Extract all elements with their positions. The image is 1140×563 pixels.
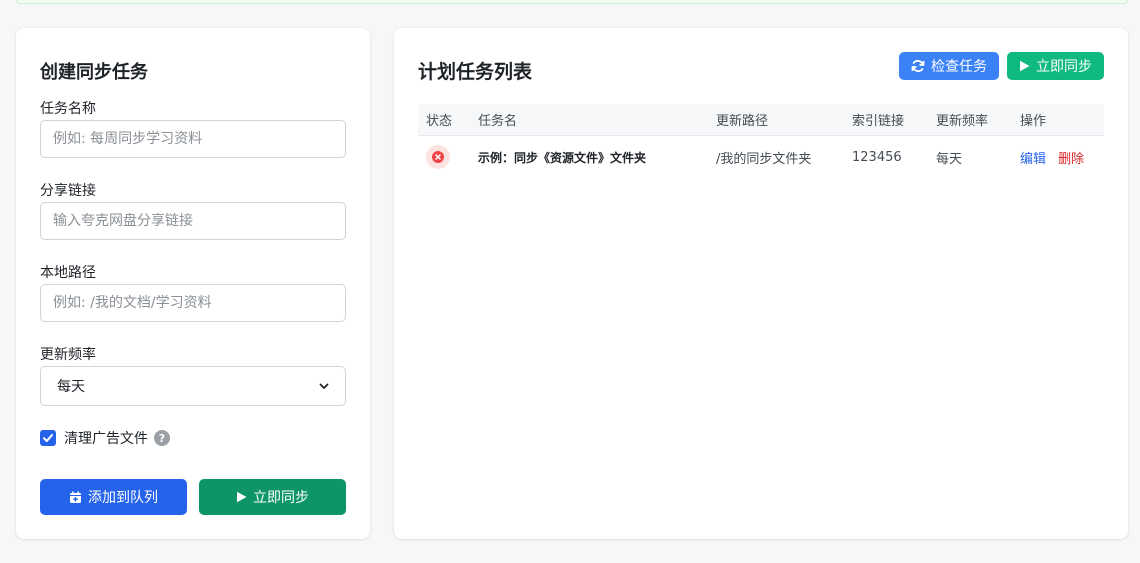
list-sync-now-button[interactable]: 立即同步	[1007, 52, 1104, 80]
table-header: 状态 任务名 更新路径 索引链接 更新频率 操作	[418, 104, 1104, 136]
local-path-input[interactable]	[40, 284, 346, 322]
task-table: 状态 任务名 更新路径 索引链接 更新频率 操作 示例：同步《资源文件》文件夹 …	[418, 104, 1104, 178]
clean-ads-checkbox[interactable]	[40, 430, 56, 446]
error-status-icon	[426, 145, 450, 169]
frequency-label: 更新频率	[40, 347, 96, 363]
sync-now-button[interactable]: 立即同步	[199, 479, 346, 515]
status-cell	[418, 145, 470, 169]
task-name-cell: 示例：同步《资源文件》文件夹	[478, 150, 647, 165]
edit-link[interactable]: 编辑	[1020, 152, 1046, 167]
column-actions: 操作	[1020, 114, 1047, 129]
add-to-queue-label: 添加到队列	[88, 490, 158, 506]
add-to-queue-button[interactable]: 添加到队列	[40, 479, 187, 515]
clean-ads-label: 清理广告文件	[64, 431, 148, 447]
column-name: 任务名	[478, 114, 518, 129]
column-frequency: 更新频率	[936, 114, 989, 129]
close-icon	[435, 154, 441, 160]
task-list-title: 计划任务列表	[418, 61, 533, 83]
create-task-title: 创建同步任务	[40, 62, 148, 83]
column-path: 更新路径	[716, 114, 769, 129]
column-status: 状态	[426, 114, 453, 129]
task-index-link-cell: 123456	[852, 149, 902, 165]
sync-now-label: 立即同步	[253, 490, 309, 506]
frequency-selected-value: 每天	[57, 379, 85, 395]
play-icon	[237, 491, 247, 503]
frequency-select[interactable]: 每天	[40, 366, 346, 406]
task-actions-cell: 编辑 删除	[1013, 148, 1104, 167]
list-sync-now-label: 立即同步	[1036, 59, 1092, 75]
calendar-plus-icon	[70, 491, 81, 503]
check-tasks-button[interactable]: 检查任务	[899, 52, 999, 80]
task-list-card: 计划任务列表 检查任务 立即同步 状态 任务名 更新路径 索引链接 更新频率 操…	[394, 28, 1128, 539]
task-frequency-cell: 每天	[936, 151, 963, 167]
clean-ads-row: 清理广告文件 ?	[40, 428, 170, 448]
task-name-input[interactable]	[40, 120, 346, 158]
share-link-input[interactable]	[40, 202, 346, 240]
create-task-card: 创建同步任务 任务名称 分享链接 本地路径 更新频率 每天 清理广告文件 ? 添…	[16, 28, 370, 539]
task-name-label: 任务名称	[40, 101, 96, 117]
column-index-link: 索引链接	[852, 114, 905, 129]
chevron-down-icon	[319, 383, 329, 389]
help-icon[interactable]: ?	[154, 430, 170, 446]
notice-strip	[16, 0, 1128, 4]
local-path-label: 本地路径	[40, 265, 96, 281]
share-link-label: 分享链接	[40, 183, 96, 199]
task-path-cell: /我的同步文件夹	[716, 151, 812, 167]
play-icon	[1020, 60, 1030, 72]
check-icon	[43, 434, 53, 442]
refresh-icon	[911, 59, 925, 73]
table-row: 示例：同步《资源文件》文件夹 /我的同步文件夹 123456 每天 编辑 删除	[418, 136, 1104, 178]
check-tasks-label: 检查任务	[931, 59, 987, 75]
delete-link[interactable]: 删除	[1058, 152, 1084, 167]
